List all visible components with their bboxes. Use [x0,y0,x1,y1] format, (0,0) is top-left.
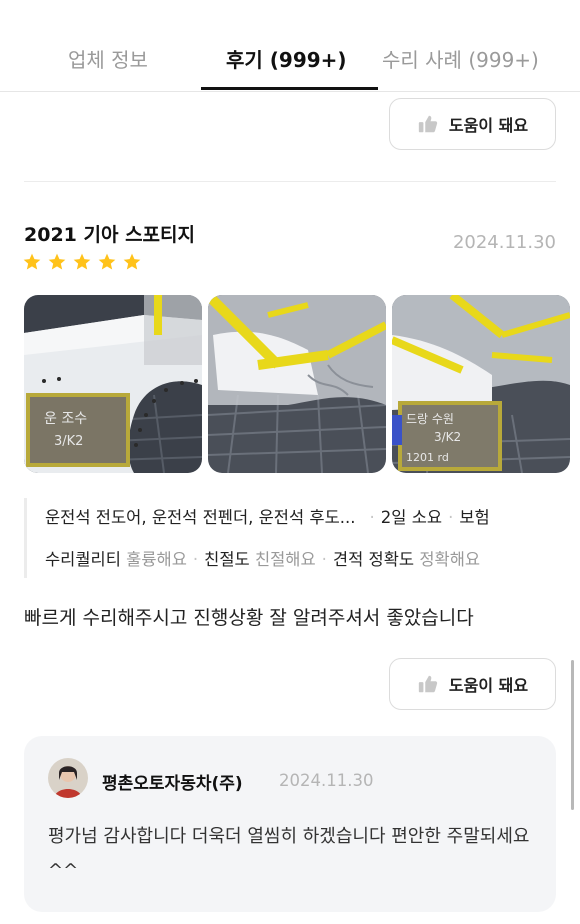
review-photo[interactable]: 드랑 수원 3/K2 1201 rd [392,295,570,473]
shop-avatar [48,758,88,798]
thumbs-up-icon [418,115,438,133]
quality-label: 수리퀄리티 [45,550,121,569]
svg-text:3/K2: 3/K2 [434,430,461,444]
repair-parts: 운전석 전도어, 운전석 전펜더, 운전석 후도... [45,508,356,527]
review-photo[interactable]: 운 조수 3/K2 [24,295,202,473]
helpful-label: 도움이 돼요 [448,676,529,695]
star-icon [123,253,141,270]
thumbs-up-icon [418,675,438,693]
rating-details-line: 수리퀄리티 훌륭해요 · 친절도 친절해요 · 견적 정확도 정확해요 [45,550,481,569]
quality-value: 훌륭해요 [126,550,187,569]
review-car-model: 2021 기아 스포티지 [24,224,195,246]
review-photo[interactable] [208,295,386,473]
star-icon [48,253,66,270]
svg-text:드랑 수원: 드랑 수원 [406,412,454,426]
tab-shop-info[interactable]: 업체 정보 [68,44,148,73]
review-date: 2024.11.30 [452,232,556,253]
accuracy-label: 견적 정확도 [332,550,415,569]
star-icon [98,253,116,270]
helpful-label: 도움이 돼요 [448,116,529,135]
accuracy-value: 정확해요 [419,550,481,569]
svg-text:운 조수: 운 조수 [44,411,87,427]
review-text: 빠르게 수리해주시고 진행상황 잘 알려주셔서 좋았습니다 [24,607,474,629]
helpful-button[interactable]: 도움이 돼요 [389,658,556,710]
shop-name: 평촌오토자동차(주) [102,774,243,794]
tab-repair-cases[interactable]: 수리 사례 (999+) [382,44,539,73]
helpful-button[interactable]: 도움이 돼요 [389,98,556,150]
star-icon [73,253,91,270]
active-tab-indicator [201,87,378,90]
tab-bar: 업체 정보 후기 (999+) 수리 사례 (999+) [0,0,580,92]
scrollbar[interactable] [571,660,574,810]
kindness-label: 친절도 [204,550,250,569]
rating-stars [22,252,142,272]
kindness-value: 친절해요 [254,550,316,569]
review-photo-carousel[interactable]: 운 조수 3/K2 드랑 수원 3/K2 1201 rd [24,295,580,473]
review-divider [24,181,556,182]
tab-reviews[interactable]: 후기 (999+) [226,44,347,73]
repair-info-block: 운전석 전도어, 운전석 전펜더, 운전석 후도... · 2일 소요 · 보험 수리퀄… [24,498,580,578]
reply-text: 평가넘 감사합니다 더욱더 열씸히 하겠습니다 편안한 주말되세요^^ [48,826,530,881]
star-icon [23,253,41,270]
svg-text:3/K2: 3/K2 [54,434,83,449]
svg-text:1201 rd: 1201 rd [406,451,449,464]
shop-reply-box: 평촌오토자동차(주) 2024.11.30 평가넘 감사합니다 더욱더 열씸히 … [24,736,556,912]
repair-summary-line: 운전석 전도어, 운전석 전펜더, 운전석 후도... · 2일 소요 · 보험 [45,508,490,527]
reply-date: 2024.11.30 [279,771,374,790]
repair-duration: 2일 소요 [380,508,443,527]
review-page: 업체 정보 후기 (999+) 수리 사례 (999+) 도움이 돼요 2021… [0,0,580,924]
repair-insurance: 보험 [459,508,490,527]
